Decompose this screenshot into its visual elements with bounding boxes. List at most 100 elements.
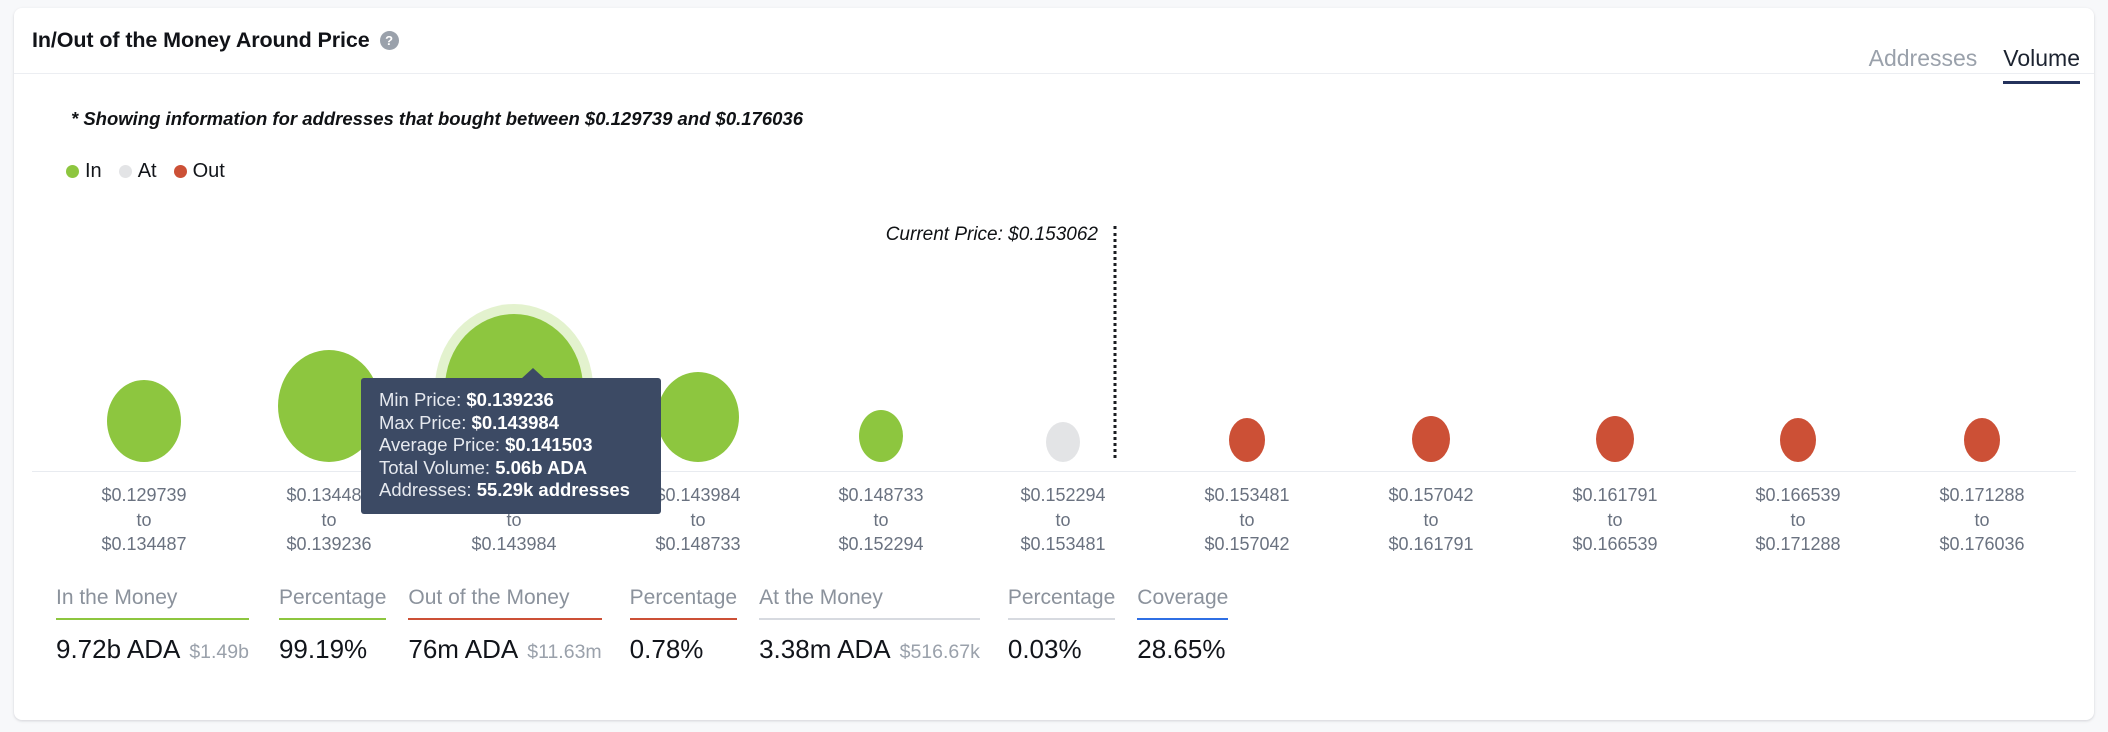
stat-percentage-3: Percentage 0.78% [629,586,738,665]
stat-subvalue: $1.49b [189,641,249,663]
bubble-out-6[interactable] [1229,418,1265,462]
x-tick-separator: to [321,509,337,530]
tooltip-row-label: Average Price: [379,434,500,455]
stat-in-the-money-0: In the Money 9.72b ADA $1.49b [56,586,249,665]
bubble-out-7[interactable] [1412,416,1450,462]
legend-dot-icon [66,165,79,178]
legend-item-out[interactable]: Out [173,160,225,183]
x-tick-max: $0.139236 [286,534,372,554]
stat-label: Coverage [1137,586,1229,620]
chart-tooltip: Min Price: $0.139236 Max Price: $0.143984… [361,368,661,514]
x-axis-tick: $0.148733 to $0.152294 [838,483,923,557]
bubble-out-10[interactable] [1964,418,2000,462]
stat-value: 3.38m ADA [759,634,891,664]
tab-list: Addresses Volume [1869,8,2080,84]
x-tick-max: $0.148733 [655,534,741,554]
stat-value: 0.03% [1007,634,1082,664]
in-out-money-card: In/Out of the Money Around Price ? Addre… [14,8,2094,720]
bubble-chart: Current Price: $0.153062 [32,204,2076,472]
chart-legend: In At Out [66,160,225,183]
x-axis-tick: $0.152294 to $0.153481 [1020,483,1105,557]
x-tick-min: $0.153481 [1204,485,1290,505]
x-axis-tick: $0.153481 to $0.157042 [1204,483,1289,557]
stat-value-wrap: 99.19% [279,634,386,665]
page-title: In/Out of the Money Around Price [32,28,370,52]
x-tick-separator: to [1974,509,1990,530]
tooltip-row-value: $0.139236 [466,389,554,410]
stat-percentage-1: Percentage 99.19% [278,586,387,665]
x-tick-min: $0.166539 [1755,485,1841,505]
x-tick-max: $0.153481 [1020,534,1106,554]
stat-label: Out of the Money [408,586,602,620]
x-tick-min: $0.143984 [655,485,741,505]
x-tick-separator: to [873,509,889,530]
x-tick-min: $0.152294 [1020,485,1106,505]
stat-value: 0.78% [629,634,704,664]
stat-subvalue: $516.67k [899,641,980,663]
stat-value: 9.72b ADA [56,634,181,664]
stat-at-the-money-4: At the Money 3.38m ADA $516.67k [759,586,980,665]
tooltip-row: Max Price: $0.143984 [379,412,646,435]
legend-dot-icon [118,165,132,178]
x-tick-max: $0.171288 [1755,534,1841,554]
legend-dot-icon [173,165,187,178]
tooltip-row-value: 55.29k addresses [476,479,630,500]
title-wrap: In/Out of the Money Around Price ? [32,28,399,53]
stat-value-wrap: 0.03% [1008,634,1115,665]
legend-item-in[interactable]: In [66,160,102,183]
stat-value-wrap: 28.65% [1137,634,1228,665]
stat-value-wrap: 0.78% [630,634,737,665]
stat-value-wrap: 9.72b ADA $1.49b [56,634,249,665]
bubble-in-4[interactable] [859,410,903,462]
bubble-in-0[interactable] [107,380,181,462]
stat-label: Percentage [629,586,738,620]
x-tick-max: $0.161791 [1388,534,1474,554]
stat-value: 99.19% [278,634,368,664]
stat-label: Percentage [278,586,387,620]
tooltip-row-value: $0.141503 [505,434,593,455]
x-tick-separator: to [1239,509,1255,530]
x-tick-max: $0.134487 [101,534,187,554]
x-axis: $0.129739 to $0.134487 $0.134487 to $0.139236… [32,474,2076,554]
stat-subvalue: $11.63m [527,641,602,663]
stat-coverage-6: Coverage 28.65% [1137,586,1229,665]
summary-stats: In the Money 9.72b ADA $1.49b Percentage 99.… [56,586,1229,665]
stat-value: 76m ADA [408,634,519,664]
card-header: In/Out of the Money Around Price ? Addre… [14,8,2094,84]
question-mark-icon[interactable]: ? [379,31,399,50]
x-tick-separator: to [1055,509,1071,530]
bubble-out-8[interactable] [1596,416,1634,462]
legend-label: At [137,160,157,182]
tooltip-row-label: Addresses: [379,479,472,500]
stat-value-wrap: 76m ADA $11.63m [408,634,601,665]
x-tick-separator: to [690,509,706,530]
legend-item-at[interactable]: At [118,160,157,183]
bubble-out-9[interactable] [1780,418,1816,462]
x-axis-tick: $0.161791 to $0.166539 [1572,483,1657,557]
x-axis-tick: $0.143984 to $0.148733 [655,483,740,557]
tooltip-row-value: 5.06b ADA [495,456,588,478]
x-tick-min: $0.161791 [1572,485,1658,505]
x-axis-tick: $0.134487 to $0.139236 [286,483,371,557]
tab-addresses[interactable]: Addresses [1869,45,1978,84]
bubble-in-3[interactable] [657,372,739,462]
tooltip-row-label: Max Price: [379,411,467,433]
tab-volume[interactable]: Volume [2003,45,2080,84]
tooltip-row: Min Price: $0.139236 [379,389,646,412]
tooltip-row-value: $0.143984 [471,411,559,433]
current-price-label: Current Price: $0.153062 [885,224,1098,245]
bubble-at-5[interactable] [1046,422,1080,462]
tooltip-row: Addresses: 55.29k addresses [379,479,646,502]
tooltip-row-label: Min Price: [379,389,462,410]
x-tick-separator: to [1607,509,1623,530]
x-tick-separator: to [1790,509,1806,530]
x-axis-tick: $0.166539 to $0.171288 [1755,483,1840,557]
x-tick-min: $0.134487 [286,485,372,505]
x-tick-min: $0.129739 [101,485,187,505]
legend-label: In [85,160,102,182]
x-axis-tick: $0.171288 to $0.176036 [1939,483,2024,557]
x-tick-separator: to [1423,509,1439,530]
x-tick-max: $0.166539 [1572,534,1658,554]
x-tick-max: $0.152294 [838,534,924,554]
tooltip-row-label: Total Volume: [379,456,491,478]
